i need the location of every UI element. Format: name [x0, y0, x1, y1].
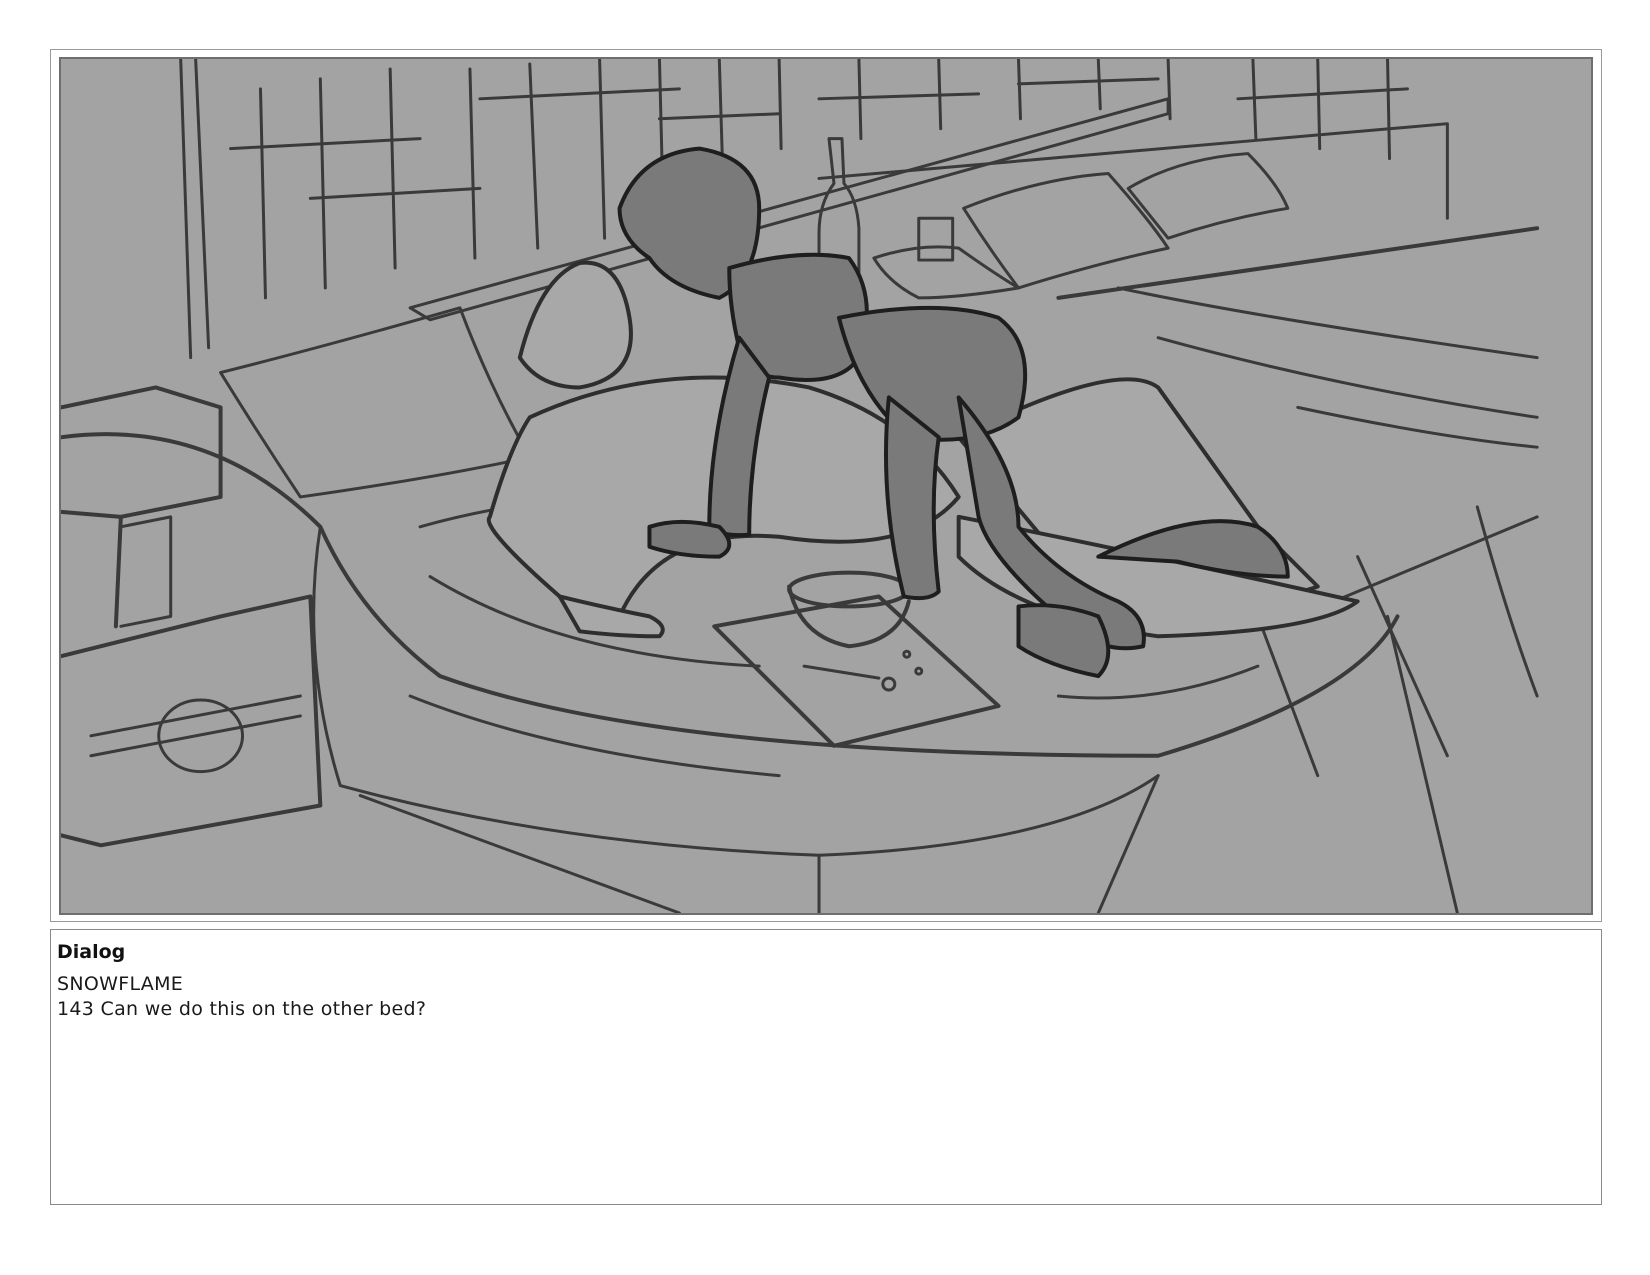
- dialog-character-name: SNOWFLAME: [57, 973, 184, 995]
- storyboard-panel-frame: [50, 49, 1602, 922]
- storyboard-sketch: [59, 57, 1593, 915]
- sketch-drawing: [61, 59, 1540, 913]
- dialog-heading: Dialog: [57, 941, 126, 963]
- dialog-box: Dialog SNOWFLAME 143 Can we do this on t…: [50, 929, 1602, 1205]
- dialog-line-text: 143 Can we do this on the other bed?: [57, 998, 427, 1020]
